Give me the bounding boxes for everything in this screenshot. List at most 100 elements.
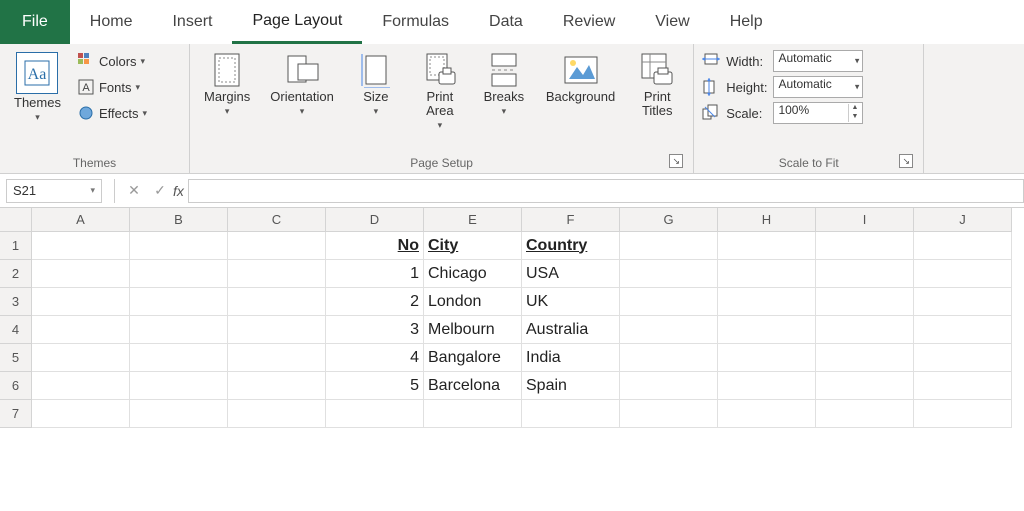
themes-button[interactable]: Aa Themes ▾ bbox=[8, 50, 67, 125]
row-header[interactable]: 1 bbox=[0, 232, 32, 260]
cell[interactable] bbox=[718, 344, 816, 372]
cell[interactable] bbox=[718, 260, 816, 288]
cell[interactable] bbox=[32, 232, 130, 260]
dialog-launcher-icon[interactable]: ↘ bbox=[669, 154, 683, 168]
spinner-icon[interactable]: ▲▼ bbox=[848, 104, 860, 122]
cell[interactable] bbox=[130, 344, 228, 372]
cell[interactable] bbox=[228, 372, 326, 400]
cell[interactable]: Country bbox=[522, 232, 620, 260]
row-header[interactable]: 5 bbox=[0, 344, 32, 372]
select-all-corner[interactable] bbox=[0, 208, 32, 232]
fonts-button[interactable]: A Fonts ▾ bbox=[75, 76, 149, 98]
cell[interactable] bbox=[718, 232, 816, 260]
cancel-formula-icon[interactable]: ✕ bbox=[121, 182, 147, 199]
cell[interactable] bbox=[424, 400, 522, 428]
col-header[interactable]: I bbox=[816, 208, 914, 232]
cell[interactable] bbox=[816, 316, 914, 344]
cell[interactable]: 1 bbox=[326, 260, 424, 288]
cell[interactable]: India bbox=[522, 344, 620, 372]
col-header[interactable]: E bbox=[424, 208, 522, 232]
cell[interactable] bbox=[816, 260, 914, 288]
tab-data[interactable]: Data bbox=[469, 0, 543, 44]
cell[interactable] bbox=[228, 344, 326, 372]
col-header[interactable]: H bbox=[718, 208, 816, 232]
cell[interactable]: London bbox=[424, 288, 522, 316]
cell[interactable] bbox=[816, 372, 914, 400]
size-button[interactable]: Size ▾ bbox=[348, 50, 404, 119]
cell[interactable] bbox=[620, 344, 718, 372]
tab-insert[interactable]: Insert bbox=[152, 0, 232, 44]
cell[interactable] bbox=[718, 372, 816, 400]
cell[interactable]: Australia bbox=[522, 316, 620, 344]
cell[interactable] bbox=[718, 400, 816, 428]
breaks-button[interactable]: Breaks ▾ bbox=[476, 50, 532, 119]
cell[interactable] bbox=[914, 316, 1012, 344]
worksheet-grid[interactable]: A B C D E F G H I J 1 No City Country 2 … bbox=[0, 208, 1024, 428]
cell[interactable]: Melbourn bbox=[424, 316, 522, 344]
cell[interactable]: 5 bbox=[326, 372, 424, 400]
tab-help[interactable]: Help bbox=[710, 0, 783, 44]
cell[interactable] bbox=[620, 232, 718, 260]
cell[interactable] bbox=[32, 288, 130, 316]
cell[interactable] bbox=[914, 232, 1012, 260]
height-select[interactable]: Automatic▾ bbox=[773, 76, 863, 98]
cell[interactable] bbox=[620, 316, 718, 344]
cell[interactable]: Barcelona bbox=[424, 372, 522, 400]
cell[interactable] bbox=[32, 372, 130, 400]
cell[interactable] bbox=[914, 400, 1012, 428]
cell[interactable]: No bbox=[326, 232, 424, 260]
cell[interactable] bbox=[32, 316, 130, 344]
cell[interactable] bbox=[620, 372, 718, 400]
cell[interactable] bbox=[32, 260, 130, 288]
name-box[interactable]: S21▾ bbox=[6, 179, 102, 203]
cell[interactable] bbox=[914, 372, 1012, 400]
cell[interactable] bbox=[816, 288, 914, 316]
cell[interactable] bbox=[228, 232, 326, 260]
background-button[interactable]: Background bbox=[540, 50, 621, 106]
cell[interactable]: USA bbox=[522, 260, 620, 288]
cell[interactable] bbox=[914, 344, 1012, 372]
cell[interactable] bbox=[620, 260, 718, 288]
cell[interactable]: 3 bbox=[326, 316, 424, 344]
cell[interactable] bbox=[130, 400, 228, 428]
col-header[interactable]: F bbox=[522, 208, 620, 232]
cell[interactable] bbox=[326, 400, 424, 428]
cell[interactable] bbox=[130, 260, 228, 288]
dialog-launcher-icon[interactable]: ↘ bbox=[899, 154, 913, 168]
col-header[interactable]: J bbox=[914, 208, 1012, 232]
row-header[interactable]: 2 bbox=[0, 260, 32, 288]
cell[interactable]: Spain bbox=[522, 372, 620, 400]
accept-formula-icon[interactable]: ✓ bbox=[147, 182, 173, 199]
cell[interactable] bbox=[228, 260, 326, 288]
row-header[interactable]: 7 bbox=[0, 400, 32, 428]
cell[interactable] bbox=[718, 288, 816, 316]
tab-page-layout[interactable]: Page Layout bbox=[232, 0, 362, 44]
cell[interactable] bbox=[816, 232, 914, 260]
print-area-button[interactable]: Print Area ▾ bbox=[412, 50, 468, 133]
cell[interactable] bbox=[914, 288, 1012, 316]
row-header[interactable]: 6 bbox=[0, 372, 32, 400]
tab-home[interactable]: Home bbox=[70, 0, 153, 44]
col-header[interactable]: C bbox=[228, 208, 326, 232]
cell[interactable]: UK bbox=[522, 288, 620, 316]
tab-review[interactable]: Review bbox=[543, 0, 635, 44]
row-header[interactable]: 3 bbox=[0, 288, 32, 316]
formula-input[interactable] bbox=[188, 179, 1024, 203]
print-titles-button[interactable]: Print Titles bbox=[629, 50, 685, 120]
cell[interactable] bbox=[228, 316, 326, 344]
effects-button[interactable]: Effects ▾ bbox=[75, 102, 149, 124]
colors-button[interactable]: Colors ▾ bbox=[75, 50, 149, 72]
col-header[interactable]: G bbox=[620, 208, 718, 232]
fx-icon[interactable]: fx bbox=[173, 183, 188, 199]
cell[interactable] bbox=[816, 344, 914, 372]
cell[interactable] bbox=[620, 288, 718, 316]
row-header[interactable]: 4 bbox=[0, 316, 32, 344]
cell[interactable] bbox=[130, 288, 228, 316]
cell[interactable]: 4 bbox=[326, 344, 424, 372]
cell[interactable] bbox=[522, 400, 620, 428]
cell[interactable]: City bbox=[424, 232, 522, 260]
cell[interactable] bbox=[620, 400, 718, 428]
cell[interactable] bbox=[130, 232, 228, 260]
cell[interactable]: Chicago bbox=[424, 260, 522, 288]
scale-spinner[interactable]: 100% ▲▼ bbox=[773, 102, 863, 124]
